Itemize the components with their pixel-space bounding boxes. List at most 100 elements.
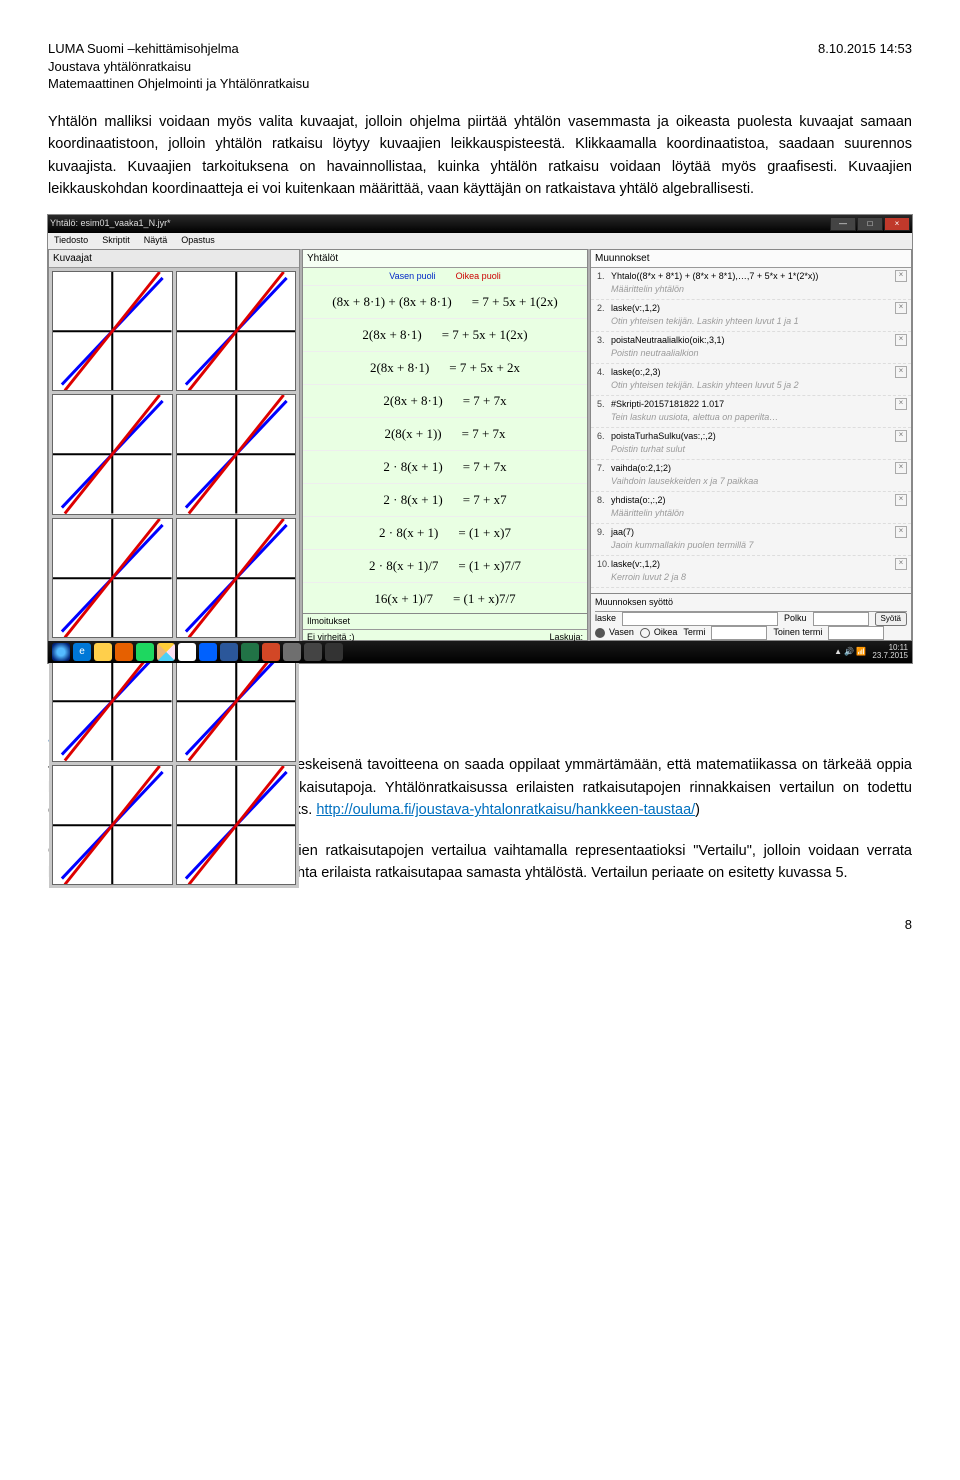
delete-icon[interactable]: × [895, 430, 907, 442]
chrome-icon[interactable] [178, 643, 196, 661]
transform-input-title: Muunnoksen syöttö [595, 596, 907, 612]
firefox-icon[interactable] [115, 643, 133, 661]
syota-button[interactable]: Syötä [875, 612, 907, 626]
window-close-button[interactable]: × [884, 217, 910, 231]
mini-plot[interactable] [52, 518, 173, 639]
toinen-label: Toinen termi [773, 626, 822, 640]
header-date: 8.10.2015 14:53 [818, 40, 912, 93]
transforms-panel: Muunnokset 1.Yhtalo((8*x + 8*1) + (8*x +… [590, 249, 912, 641]
window-title: Yhtälö: esim01_vaaka1_N.jyr* [50, 217, 171, 231]
paragraph-1: Yhtälön malliksi voidaan myös valita kuv… [48, 111, 912, 201]
excel-icon[interactable] [241, 643, 259, 661]
mini-plot[interactable] [176, 518, 297, 639]
equation-row: 2(8x + 8·1)= 7 + 7x [303, 384, 587, 417]
menubar: Tiedosto Skriptit Näytä Opastus [48, 233, 912, 249]
transform-row: 2.laske(v:,1,2)Otin yhteisen tekijän. La… [591, 300, 911, 332]
tray-icons[interactable]: ▲ 🔊 📶 [834, 648, 866, 656]
mini-plot[interactable] [52, 765, 173, 886]
transform-row: 9.jaa(7)Jaoin kummallakin puolen termill… [591, 524, 911, 556]
app2-icon[interactable] [304, 643, 322, 661]
delete-icon[interactable]: × [895, 494, 907, 506]
mini-plot[interactable] [52, 271, 173, 392]
polku-label: Polku [784, 612, 807, 626]
mini-plot[interactable] [176, 394, 297, 515]
mini-plot[interactable] [176, 271, 297, 392]
equation-row: 2 · 8(x + 1)= (1 + x)7 [303, 516, 587, 549]
delete-icon[interactable]: × [895, 398, 907, 410]
start-icon[interactable] [52, 643, 70, 661]
transform-row: 6.poistaTurhaSulku(vas:,:,2)Poistin turh… [591, 428, 911, 460]
delete-icon[interactable]: × [895, 526, 907, 538]
explorer-icon[interactable] [94, 643, 112, 661]
app-screenshot: Yhtälö: esim01_vaaka1_N.jyr* — □ × Tiedo… [48, 215, 912, 663]
menu-scripts[interactable]: Skriptit [102, 234, 130, 248]
equation-row: 2 · 8(x + 1)= 7 + 7x [303, 450, 587, 483]
radio-vasen-icon[interactable] [595, 628, 605, 638]
radio-vasen-label: Vasen [609, 626, 634, 640]
termi-label: Termi [683, 626, 705, 640]
transform-input-bar: Muunnoksen syöttö laske Polku Syötä Vase… [591, 593, 911, 640]
link-hankkeen-taustaa[interactable]: http://ouluma.fi/joustava-yhtalonratkais… [316, 802, 695, 818]
left-side-label: Vasen puoli [389, 270, 435, 284]
window-max-button[interactable]: □ [857, 217, 883, 231]
transform-row: 7.vaihda(o:2,1;2)Vaihdoin lausekkeiden x… [591, 460, 911, 492]
right-side-label: Oikea puoli [456, 270, 501, 284]
termi-input[interactable] [711, 626, 767, 640]
menu-file[interactable]: Tiedosto [54, 234, 88, 248]
transforms-title: Muunnokset [591, 250, 911, 268]
app3-icon[interactable] [325, 643, 343, 661]
equation-row: 16(x + 1)/7= (1 + x)7/7 [303, 582, 587, 613]
delete-icon[interactable]: × [895, 270, 907, 282]
notifications-title: Ilmoitukset [303, 614, 587, 631]
taskbar-date: 23.7.2015 [872, 652, 908, 660]
transform-row: 10.laske(v:,1,2)Kerroin luvut 2 ja 8× [591, 556, 911, 588]
laske-input[interactable] [622, 612, 778, 626]
toinen-input[interactable] [828, 626, 884, 640]
equation-row: 2(8x + 8·1)= 7 + 5x + 2x [303, 351, 587, 384]
ie-icon[interactable]: e [73, 643, 91, 661]
transform-row: 8.yhdista(o:,:,2)Määrittelin yhtälön× [591, 492, 911, 524]
transforms-list: 1.Yhtalo((8*x + 8*1) + (8*x + 8*1),…,7 +… [591, 268, 911, 594]
mini-plot[interactable] [52, 394, 173, 515]
transform-row: 1.Yhtalo((8*x + 8*1) + (8*x + 8*1),…,7 +… [591, 268, 911, 300]
page-header: LUMA Suomi –kehittämisohjelma Joustava y… [48, 40, 912, 93]
equation-row: (8x + 8·1) + (8x + 8·1)= 7 + 5x + 1(2x) [303, 285, 587, 318]
powerpoint-icon[interactable] [262, 643, 280, 661]
laske-label: laske [595, 612, 616, 626]
paragraph-2b: ) [695, 802, 700, 818]
graphs-panel: Kuvaajat [48, 249, 300, 641]
graphs-title: Kuvaajat [49, 250, 299, 268]
delete-icon[interactable]: × [895, 462, 907, 474]
app-icon[interactable] [283, 643, 301, 661]
radio-oikea-icon[interactable] [640, 628, 650, 638]
equation-row: 2 · 8(x + 1)= 7 + x7 [303, 483, 587, 516]
polku-input[interactable] [813, 612, 869, 626]
equation-row: 2(8x + 8·1)= 7 + 5x + 1(2x) [303, 318, 587, 351]
word-icon[interactable] [220, 643, 238, 661]
mini-plot[interactable] [176, 765, 297, 886]
equations-title: Yhtälöt [303, 250, 587, 268]
spotify-icon[interactable] [136, 643, 154, 661]
equations-panel: Yhtälöt Vasen puoli Oikea puoli (8x + 8·… [302, 249, 588, 641]
delete-icon[interactable]: × [895, 302, 907, 314]
delete-icon[interactable]: × [895, 558, 907, 570]
menu-view[interactable]: Näytä [144, 234, 168, 248]
equation-list: (8x + 8·1) + (8x + 8·1)= 7 + 5x + 1(2x)2… [303, 285, 587, 613]
window-min-button[interactable]: — [830, 217, 856, 231]
delete-icon[interactable]: × [895, 334, 907, 346]
radio-oikea-label: Oikea [654, 626, 678, 640]
transform-row: 3.poistaNeutraalialkio(oik:,3,1)Poistin … [591, 332, 911, 364]
taskbar: e ▲ 🔊 📶 10:11 23.7.2015 [48, 641, 912, 663]
menu-help[interactable]: Opastus [181, 234, 215, 248]
drive-icon[interactable] [157, 643, 175, 661]
transform-row: 5.#Skripti-20157181822 1.017Tein laskun … [591, 396, 911, 428]
header-line2: Joustava yhtälönratkaisu [48, 58, 309, 76]
equation-row: 2 · 8(x + 1)/7= (1 + x)7/7 [303, 549, 587, 582]
header-line3: Matemaattinen Ohjelmointi ja Yhtälönratk… [48, 75, 309, 93]
delete-icon[interactable]: × [895, 366, 907, 378]
transform-row: 4.laske(o:,2,3)Otin yhteisen tekijän. La… [591, 364, 911, 396]
dropbox-icon[interactable] [199, 643, 217, 661]
header-line1: LUMA Suomi –kehittämisohjelma [48, 40, 309, 58]
page-number: 8 [48, 915, 912, 935]
equation-row: 2(8(x + 1))= 7 + 7x [303, 417, 587, 450]
